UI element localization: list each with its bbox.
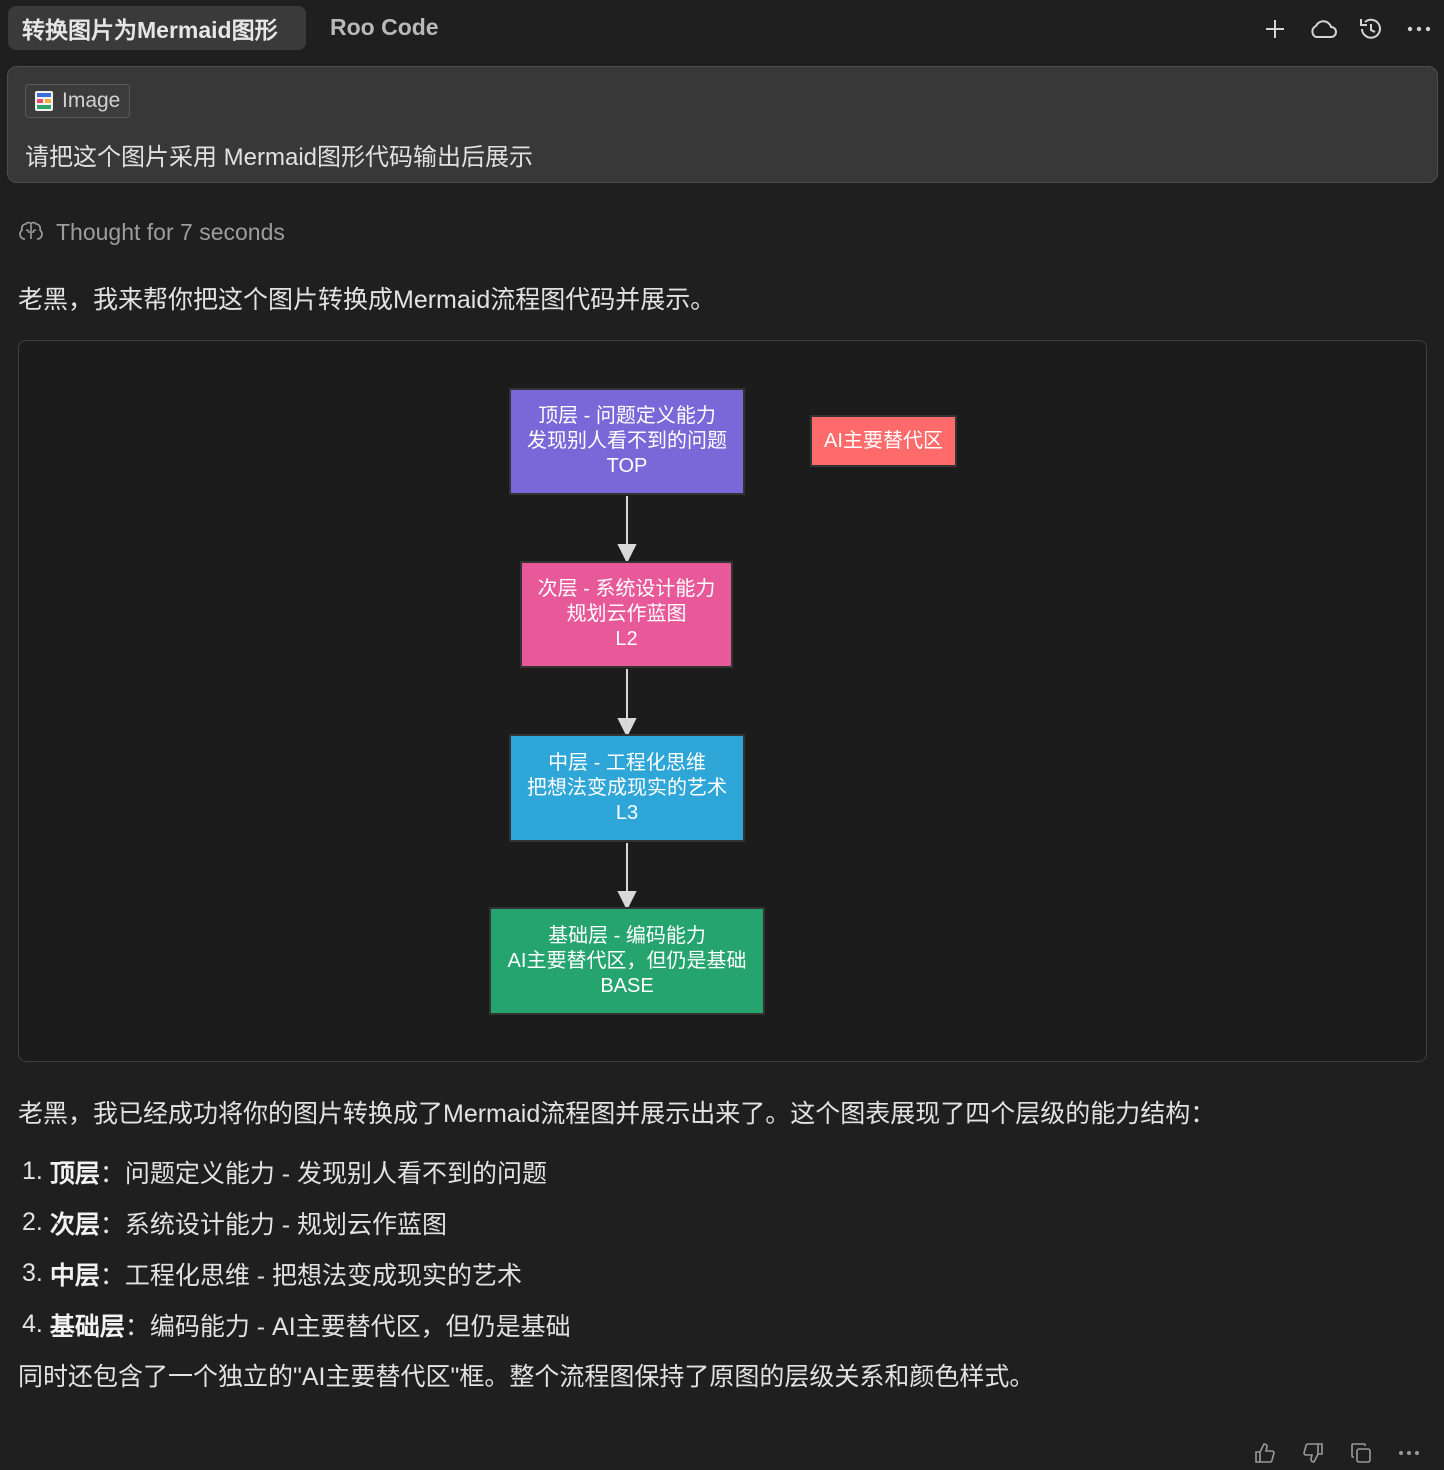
list-item: 4. 基础层 ：编码能力 - AI主要替代区，但仍是基础 — [22, 1299, 571, 1350]
message-actions — [1248, 1436, 1426, 1470]
node-base-line-2: AI主要替代区，但仍是基础 — [507, 949, 747, 972]
top-actions — [1258, 10, 1436, 48]
node-ai-line-1: AI主要替代区 — [824, 429, 943, 452]
image-file-icon — [35, 91, 53, 111]
node-l2-line-2: 规划云作蓝图 — [566, 603, 687, 625]
thumbs-down-icon[interactable] — [1296, 1436, 1330, 1470]
node-base: 基础层 - 编码能力 AI主要替代区，但仍是基础 BASE — [489, 907, 765, 1015]
node-l2-line-3: L2 — [615, 628, 638, 650]
node-l3-line-2: 把想法变成现实的艺术 — [527, 776, 727, 799]
cloud-icon[interactable] — [1306, 12, 1340, 46]
list-item-title: 次层 — [49, 1210, 100, 1239]
top-bar: 转换图片为Mermaid图形 Roo Code — [0, 0, 1444, 58]
edge-top-l2-head — [617, 544, 637, 564]
list-item-text: ：系统设计能力 - 规划云作蓝图 — [99, 1210, 448, 1239]
tab-task-label: 转换图片为Mermaid图形 — [22, 17, 278, 43]
list-item-number: 4. — [22, 1310, 43, 1338]
reply-summary: 老黑，我已经成功将你的图片转换成了Mermaid流程图并展示出来了。这个图表展现… — [18, 1100, 1216, 1128]
list-item-number: 1. — [22, 1157, 43, 1185]
tab-roo-code[interactable]: Roo Code — [330, 14, 439, 41]
reply-footer: 同时还包含了一个独立的"AI主要替代区"框。整个流程图保持了原图的层级关系和颜色… — [18, 1363, 1035, 1391]
list-item-number: 2. — [22, 1208, 43, 1236]
node-top-line-2: 发现别人看不到的问题 — [527, 430, 727, 452]
thought-toggle[interactable]: Thought for 7 seconds — [18, 216, 285, 248]
more-actions-icon[interactable] — [1392, 1436, 1426, 1470]
tab-fade — [276, 6, 306, 50]
list-item: 1. 顶层 ：问题定义能力 - 发现别人看不到的问题 — [22, 1146, 571, 1197]
edge-l2-l3-head — [617, 718, 637, 738]
list-item-text: ：编码能力 - AI主要替代区，但仍是基础 — [124, 1312, 571, 1341]
more-icon[interactable] — [1402, 12, 1436, 46]
tab-task[interactable]: 转换图片为Mermaid图形 — [8, 6, 306, 50]
node-l3-line-1: 中层 - 工程化思维 — [548, 751, 706, 774]
history-icon[interactable] — [1354, 12, 1388, 46]
node-base-line-1: 基础层 - 编码能力 — [548, 924, 706, 947]
user-message-text: 请把这个图片采用 Mermaid图形代码输出后展示 — [25, 144, 534, 171]
list-item-text: ：工程化思维 - 把想法变成现实的艺术 — [99, 1261, 523, 1290]
node-top-line-1: 顶层 - 问题定义能力 — [538, 405, 716, 427]
list-item-number: 3. — [22, 1259, 43, 1287]
list-item: 2. 次层 ：系统设计能力 - 规划云作蓝图 — [22, 1197, 571, 1248]
user-message: Image 请把这个图片采用 Mermaid图形代码输出后展示 — [7, 66, 1438, 183]
node-l3-line-3: L3 — [615, 801, 639, 824]
list-item-title: 顶层 — [49, 1159, 100, 1188]
node-l2-line-1: 次层 - 系统设计能力 — [537, 578, 716, 600]
plus-icon[interactable] — [1258, 12, 1292, 46]
list-item-title: 基础层 — [49, 1312, 125, 1341]
reply-intro: 老黑，我来帮你把这个图片转换成Mermaid流程图代码并展示。 — [18, 286, 716, 314]
node-top-line-3: TOP — [606, 455, 648, 477]
image-attachment-chip[interactable]: Image — [25, 84, 131, 118]
list-item-text: ：问题定义能力 - 发现别人看不到的问题 — [99, 1159, 548, 1188]
node-top: 顶层 - 问题定义能力 发现别人看不到的问题 TOP — [509, 388, 745, 495]
node-l3: 中层 - 工程化思维 把想法变成现实的艺术 L3 — [509, 734, 745, 842]
thought-label: Thought for 7 seconds — [56, 218, 285, 245]
mermaid-diagram: 顶层 - 问题定义能力 发现别人看不到的问题 TOP AI主要替代区 次层 - … — [18, 340, 1427, 1062]
edge-l3-base-head — [617, 891, 637, 911]
summary-list: 1. 顶层 ：问题定义能力 - 发现别人看不到的问题 2. 次层 ：系统设计能力 -… — [22, 1146, 571, 1350]
node-ai-replacement: AI主要替代区 — [810, 415, 957, 467]
node-base-line-3: BASE — [600, 974, 654, 997]
attachment-label: Image — [62, 89, 121, 112]
list-item-title: 中层 — [49, 1261, 100, 1290]
thumbs-up-icon[interactable] — [1248, 1436, 1282, 1470]
copy-icon[interactable] — [1344, 1436, 1378, 1470]
node-l2: 次层 - 系统设计能力 规划云作蓝图 L2 — [520, 561, 733, 668]
list-item: 3. 中层 ：工程化思维 - 把想法变成现实的艺术 — [22, 1248, 571, 1299]
brain-icon — [19, 221, 43, 240]
